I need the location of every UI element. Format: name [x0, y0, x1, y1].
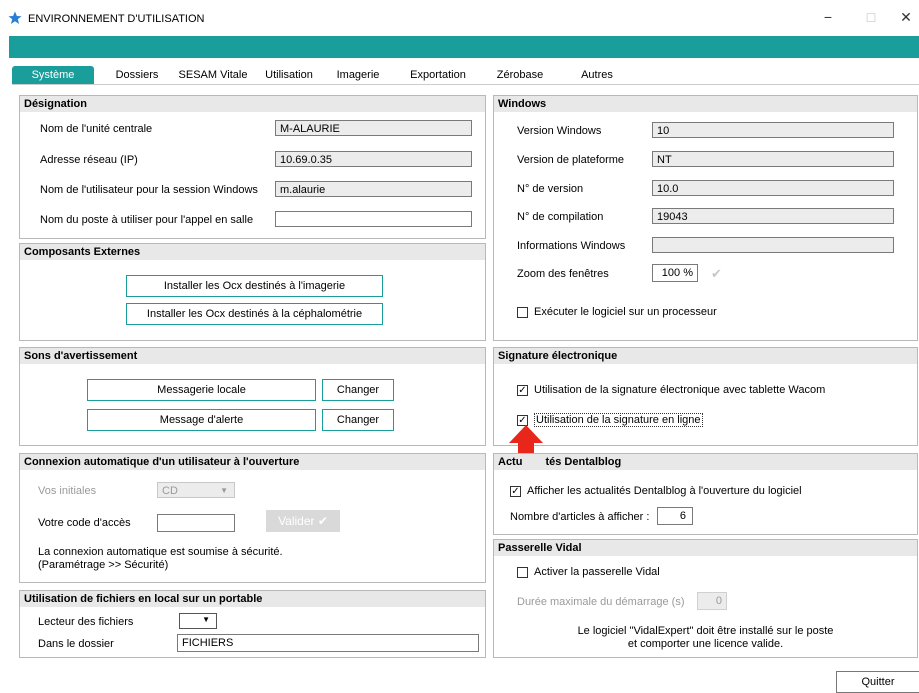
- tab-imagerie[interactable]: Imagerie: [328, 66, 388, 84]
- zoom-field[interactable]: 100 %: [652, 264, 698, 282]
- fichiers-panel: Utilisation de fichiers en local sur un …: [19, 590, 486, 658]
- activer-vidal-checkbox[interactable]: [517, 567, 528, 578]
- utilisateur-windows-field[interactable]: m.alaurie: [275, 181, 472, 197]
- lecteur-select[interactable]: ▼: [179, 613, 217, 629]
- close-button[interactable]: ✕: [896, 9, 916, 26]
- code-acces-input[interactable]: [157, 514, 235, 532]
- utilisateur-windows-label: Nom de l'utilisateur pour la session Win…: [40, 184, 258, 196]
- window-title: ENVIRONNEMENT D'UTILISATION: [28, 13, 205, 25]
- vidal-note-1: Le logiciel "VidalExpert" doit être inst…: [577, 625, 834, 637]
- connexion-note-2: (Paramétrage >> Sécurité): [38, 559, 169, 571]
- maximize-button[interactable]: □: [861, 9, 881, 25]
- poste-appel-field[interactable]: [275, 211, 472, 227]
- initiales-select[interactable]: CD ▼: [157, 482, 235, 498]
- designation-header: Désignation: [20, 96, 485, 112]
- zoom-label: Zoom des fenêtres: [517, 268, 609, 280]
- tab-utilisation[interactable]: Utilisation: [258, 66, 320, 84]
- dentalblog-header-part-2: tés Dentalblog: [545, 456, 622, 468]
- dentalblog-panel: Actu tés Dentalblog ✓ Afficher les actual…: [493, 453, 918, 535]
- signature-header: Signature électronique: [494, 348, 917, 364]
- signature-wacom-label: Utilisation de la signature électronique…: [534, 384, 826, 396]
- changer-messagerie-button[interactable]: Changer: [322, 379, 394, 401]
- valider-label: Valider: [278, 514, 315, 528]
- unite-centrale-field[interactable]: M-ALAURIE: [275, 120, 472, 136]
- composants-panel: Composants Externes Installer les Ocx de…: [19, 243, 486, 341]
- quitter-button[interactable]: Quitter: [836, 671, 919, 693]
- version-windows-field[interactable]: 10: [652, 122, 894, 138]
- check-icon: ✔: [317, 514, 328, 528]
- dentalblog-header-part-1: Actu: [498, 456, 523, 468]
- changer-alerte-button[interactable]: Changer: [322, 409, 394, 431]
- sons-panel: Sons d'avertissement Messagerie locale C…: [19, 347, 486, 446]
- install-ocx-imagerie-button[interactable]: Installer les Ocx destinés à l'imagerie: [126, 275, 383, 297]
- vidal-panel: Passerelle Vidal Activer la passerelle V…: [493, 539, 918, 658]
- header-band: [9, 36, 919, 58]
- tab-sesam-vitale[interactable]: SESAM Vitale: [174, 66, 252, 84]
- code-acces-label: Votre code d'accès: [38, 517, 131, 529]
- numero-version-label: N° de version: [517, 183, 584, 195]
- version-plateforme-label: Version de plateforme: [517, 154, 625, 166]
- valider-button[interactable]: Valider ✔: [266, 510, 340, 532]
- afficher-dentalblog-checkbox[interactable]: ✓: [510, 486, 521, 497]
- windows-header: Windows: [494, 96, 917, 112]
- initiales-value: CD: [162, 485, 178, 497]
- tab-autres[interactable]: Autres: [572, 66, 622, 84]
- sons-header: Sons d'avertissement: [20, 348, 485, 364]
- dentalblog-header: Actu tés Dentalblog: [494, 454, 917, 470]
- activer-vidal-label: Activer la passerelle Vidal: [534, 566, 660, 578]
- chevron-down-icon: ▼: [220, 486, 228, 495]
- connexion-note-1: La connexion automatique est soumise à s…: [38, 546, 283, 558]
- adresse-ip-field[interactable]: 10.69.0.35: [275, 151, 472, 167]
- poste-appel-label: Nom du poste à utiliser pour l'appel en …: [40, 214, 254, 226]
- signature-wacom-checkbox[interactable]: ✓: [517, 385, 528, 396]
- signature-panel: Signature électronique ✓ Utilisation de …: [493, 347, 918, 446]
- dossier-label: Dans le dossier: [38, 638, 114, 650]
- designation-panel: Désignation Nom de l'unité centrale M-AL…: [19, 95, 486, 239]
- processeur-checkbox[interactable]: [517, 307, 528, 318]
- afficher-dentalblog-label: Afficher les actualités Dentalblog à l'o…: [527, 485, 802, 497]
- fichiers-header: Utilisation de fichiers en local sur un …: [20, 591, 485, 607]
- unite-centrale-label: Nom de l'unité centrale: [40, 123, 153, 135]
- duree-demarrage-field[interactable]: 0: [697, 592, 727, 610]
- numero-compilation-field[interactable]: 19043: [652, 208, 894, 224]
- version-windows-label: Version Windows: [517, 125, 602, 137]
- messagerie-locale-button[interactable]: Messagerie locale: [87, 379, 316, 401]
- tab-zerobase[interactable]: Zérobase: [490, 66, 550, 84]
- duree-demarrage-label: Durée maximale du démarrage (s): [517, 596, 685, 608]
- vidal-note-2: et comporter une licence valide.: [627, 638, 784, 650]
- vidal-header: Passerelle Vidal: [494, 540, 917, 556]
- signature-en-ligne-label: Utilisation de la signature en ligne: [534, 413, 703, 427]
- informations-windows-label: Informations Windows: [517, 240, 626, 252]
- star-app-icon: [8, 11, 22, 24]
- windows-panel: Windows Version Windows 10 Version de pl…: [493, 95, 918, 341]
- initiales-label: Vos initiales: [38, 485, 97, 497]
- lecteur-label: Lecteur des fichiers: [38, 616, 134, 628]
- numero-version-field[interactable]: 10.0: [652, 180, 894, 196]
- informations-windows-field[interactable]: [652, 237, 894, 253]
- numero-compilation-label: N° de compilation: [517, 211, 604, 223]
- tab-systeme[interactable]: Système: [12, 66, 94, 84]
- adresse-ip-label: Adresse réseau (IP): [40, 154, 138, 166]
- install-ocx-cephalo-button[interactable]: Installer les Ocx destinés à la céphalom…: [126, 303, 383, 325]
- tab-dossiers[interactable]: Dossiers: [108, 66, 166, 84]
- check-icon: ✔: [711, 266, 722, 281]
- version-plateforme-field[interactable]: NT: [652, 151, 894, 167]
- message-alerte-button[interactable]: Message d'alerte: [87, 409, 316, 431]
- minimize-button[interactable]: −: [818, 9, 838, 25]
- dossier-field[interactable]: FICHIERS: [177, 634, 479, 652]
- processeur-label: Exécuter le logiciel sur un processeur: [534, 306, 717, 318]
- nombre-articles-field[interactable]: 6: [657, 507, 693, 525]
- tab-exportation[interactable]: Exportation: [402, 66, 474, 84]
- connexion-panel: Connexion automatique d'un utilisateur à…: [19, 453, 486, 583]
- composants-header: Composants Externes: [20, 244, 485, 260]
- chevron-down-icon: ▼: [202, 615, 210, 624]
- nombre-articles-label: Nombre d'articles à afficher :: [510, 511, 650, 523]
- connexion-header: Connexion automatique d'un utilisateur à…: [20, 454, 485, 470]
